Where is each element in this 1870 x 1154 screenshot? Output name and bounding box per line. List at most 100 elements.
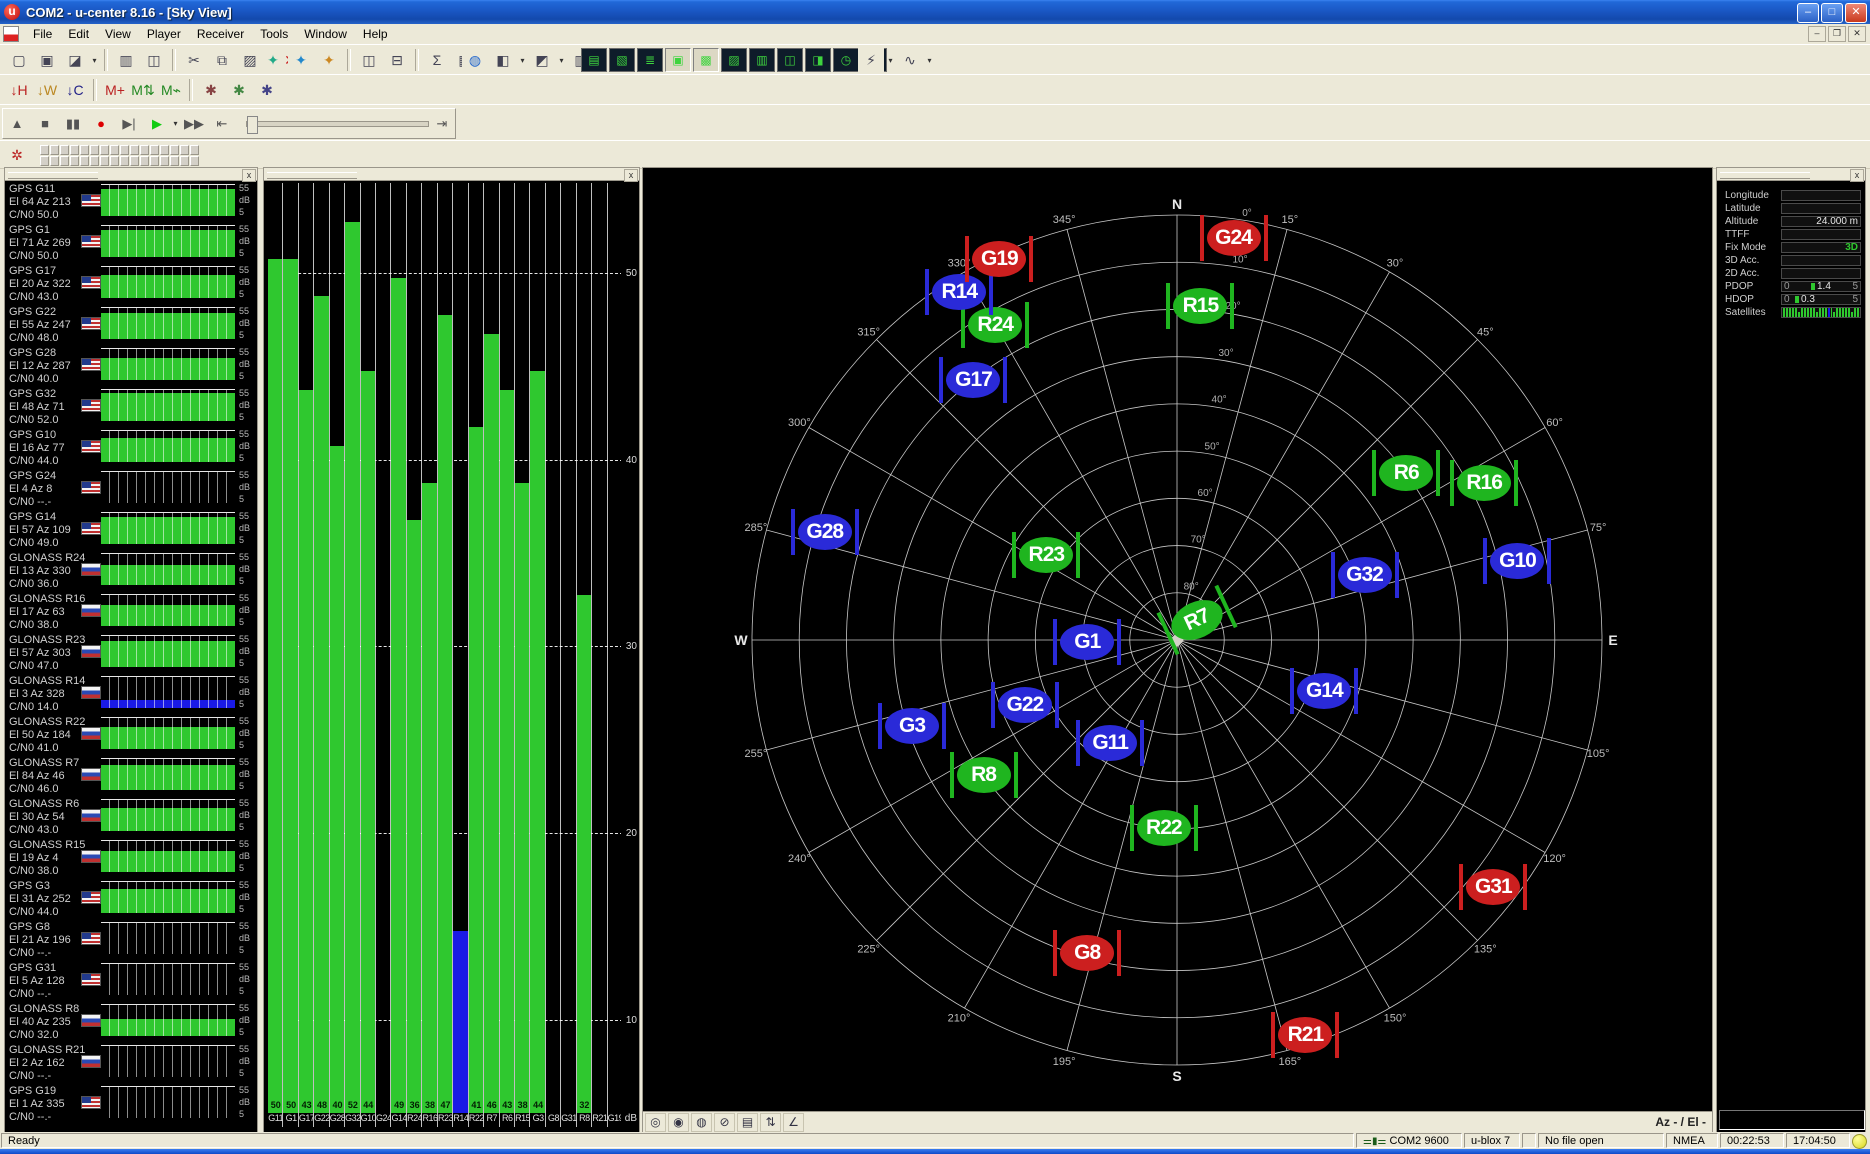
satellite-name: GPS G1 bbox=[9, 224, 50, 237]
convert-kml-icon[interactable]: ✦ bbox=[288, 48, 314, 72]
split-vertical-icon[interactable]: ⊟ bbox=[384, 48, 410, 72]
hot-start-icon[interactable]: ↓H bbox=[6, 78, 32, 102]
hide-unused-icon[interactable]: ⊘ bbox=[714, 1113, 735, 1132]
panel-grip[interactable] bbox=[267, 172, 357, 179]
window-bottom-border bbox=[0, 1149, 1870, 1154]
menu-edit[interactable]: Edit bbox=[60, 25, 97, 43]
open-file-icon-dropdown[interactable]: ▾ bbox=[90, 56, 99, 65]
copy-icon[interactable]: ⧉ bbox=[209, 48, 235, 72]
deviation-map-icon[interactable]: ◨ bbox=[805, 48, 831, 72]
minimize-button[interactable]: – bbox=[1797, 3, 1819, 23]
chart-view-icon-dropdown[interactable]: ▾ bbox=[557, 56, 566, 65]
waveform-icon-dropdown[interactable]: ▾ bbox=[925, 56, 934, 65]
child-minimize-button[interactable]: – bbox=[1808, 26, 1826, 42]
chart-value-label: 49 bbox=[391, 1100, 406, 1114]
configuration-view-icon[interactable]: ▩ bbox=[693, 48, 719, 72]
split-horizontal-icon[interactable]: ◫ bbox=[356, 48, 382, 72]
save-icon[interactable]: ▣ bbox=[34, 48, 60, 72]
print-preview-icon[interactable]: ◫ bbox=[141, 48, 167, 72]
packet-console-icon[interactable]: ▤ bbox=[581, 48, 607, 72]
sort-icon[interactable]: ⇅ bbox=[760, 1113, 781, 1132]
map-view-icon-dropdown[interactable]: ▾ bbox=[518, 56, 527, 65]
step-button[interactable]: ▶| bbox=[115, 111, 143, 137]
data-panel-close-icon[interactable]: x bbox=[1850, 169, 1864, 182]
sum-icon[interactable]: Σ bbox=[424, 48, 450, 72]
waveform-icon[interactable]: ∿ bbox=[897, 48, 923, 72]
satellite-slot bbox=[190, 156, 199, 166]
menu-help[interactable]: Help bbox=[355, 25, 396, 43]
stop-button[interactable]: ■ bbox=[31, 111, 59, 137]
menu-receiver[interactable]: Receiver bbox=[189, 25, 252, 43]
panel-grip[interactable] bbox=[1720, 172, 1810, 179]
firmware-package-icon[interactable]: ✱ bbox=[198, 78, 224, 102]
angle-icon[interactable]: ∠ bbox=[783, 1113, 804, 1132]
open-file-icon[interactable]: ◪ bbox=[62, 48, 88, 72]
playback-slider-thumb[interactable] bbox=[247, 116, 258, 134]
dop-min-label: 0 bbox=[1784, 295, 1790, 304]
satellite-list-close-icon[interactable]: x bbox=[242, 169, 256, 182]
maximize-button[interactable]: □ bbox=[1821, 3, 1843, 23]
skip-start-button[interactable]: ⇤ bbox=[208, 111, 236, 137]
pause-button[interactable]: ▮▮ bbox=[59, 111, 87, 137]
chart-id-label: R14 bbox=[453, 1113, 468, 1127]
satellite-slot bbox=[170, 156, 179, 166]
dop-min-label: 0 bbox=[1784, 282, 1790, 291]
binary-console-icon[interactable]: ▧ bbox=[609, 48, 635, 72]
menu-player[interactable]: Player bbox=[139, 25, 189, 43]
toolbar-separator bbox=[347, 49, 351, 71]
menu-file[interactable]: File bbox=[25, 25, 60, 43]
messages-view-icon[interactable]: ▣ bbox=[665, 48, 691, 72]
statistic-view-icon[interactable]: ▨ bbox=[721, 48, 747, 72]
child-restore-button[interactable]: ❐ bbox=[1828, 26, 1846, 42]
child-close-button[interactable]: ✕ bbox=[1848, 26, 1866, 42]
panel-grip[interactable] bbox=[8, 172, 98, 179]
warm-start-icon[interactable]: ↓W bbox=[34, 78, 60, 102]
convert-ubx-icon[interactable]: ✦ bbox=[260, 48, 286, 72]
connection-icon-dropdown[interactable]: ▾ bbox=[886, 56, 895, 65]
text-console-icon[interactable]: ≣ bbox=[637, 48, 663, 72]
new-file-icon[interactable]: ▢ bbox=[6, 48, 32, 72]
connection-icon[interactable]: ⚡ bbox=[858, 48, 884, 72]
map-view-icon[interactable]: ◧ bbox=[490, 48, 516, 72]
play-button-dropdown[interactable]: ▾ bbox=[171, 119, 180, 128]
satellite-slot-grid bbox=[40, 145, 199, 166]
gnss-config-icon[interactable]: ✱ bbox=[254, 78, 280, 102]
info-label: PDOP bbox=[1725, 281, 1753, 292]
camera-view-icon[interactable]: ◫ bbox=[777, 48, 803, 72]
play-button[interactable]: ▶ bbox=[143, 111, 171, 137]
world-view-icon[interactable]: ◍ bbox=[691, 1113, 712, 1132]
flag-icon-ru bbox=[81, 809, 101, 822]
eject-button[interactable]: ▲ bbox=[3, 111, 31, 137]
satellite-wing-icon bbox=[942, 703, 946, 749]
list-view-icon[interactable]: ▤ bbox=[737, 1113, 758, 1132]
satellite-id-label: G19 bbox=[972, 241, 1026, 277]
polar-view-icon[interactable]: ◎ bbox=[645, 1113, 666, 1132]
menu-window[interactable]: Window bbox=[296, 25, 355, 43]
chart-id-label: R24 bbox=[407, 1113, 422, 1127]
status-receiver: u-blox 7 bbox=[1464, 1133, 1520, 1148]
dot-view-icon[interactable]: ◉ bbox=[668, 1113, 689, 1132]
cut-icon[interactable]: ✂ bbox=[181, 48, 207, 72]
table-console-icon[interactable]: ▥ bbox=[749, 48, 775, 72]
flag-icon-ru bbox=[81, 645, 101, 658]
message-send-icon[interactable]: M⌁ bbox=[158, 78, 184, 102]
menu-view[interactable]: View bbox=[97, 25, 139, 43]
satellite-wing-icon bbox=[1395, 552, 1399, 598]
docking-bars-icon[interactable]: ✲ bbox=[4, 143, 30, 167]
record-button[interactable]: ● bbox=[87, 111, 115, 137]
convert-gpx-icon[interactable]: ✦ bbox=[316, 48, 342, 72]
playback-slider[interactable] bbox=[246, 121, 429, 127]
signal-chart-close-icon[interactable]: x bbox=[624, 169, 638, 182]
print-icon[interactable]: ▥ bbox=[113, 48, 139, 72]
cold-start-icon[interactable]: ↓C bbox=[62, 78, 88, 102]
message-add-icon[interactable]: M+ bbox=[102, 78, 128, 102]
fast-forward-button[interactable]: ▶▶ bbox=[180, 111, 208, 137]
flash-package-icon[interactable]: ✱ bbox=[226, 78, 252, 102]
menu-tools[interactable]: Tools bbox=[252, 25, 296, 43]
clock-view-icon[interactable]: ◷ bbox=[833, 48, 859, 72]
google-earth-icon[interactable]: ◍ bbox=[462, 48, 488, 72]
close-button[interactable]: ✕ bbox=[1845, 3, 1867, 23]
skip-end-button[interactable]: ⇥ bbox=[429, 111, 455, 137]
chart-view-icon[interactable]: ◩ bbox=[529, 48, 555, 72]
message-poll-icon[interactable]: M⇅ bbox=[130, 78, 156, 102]
